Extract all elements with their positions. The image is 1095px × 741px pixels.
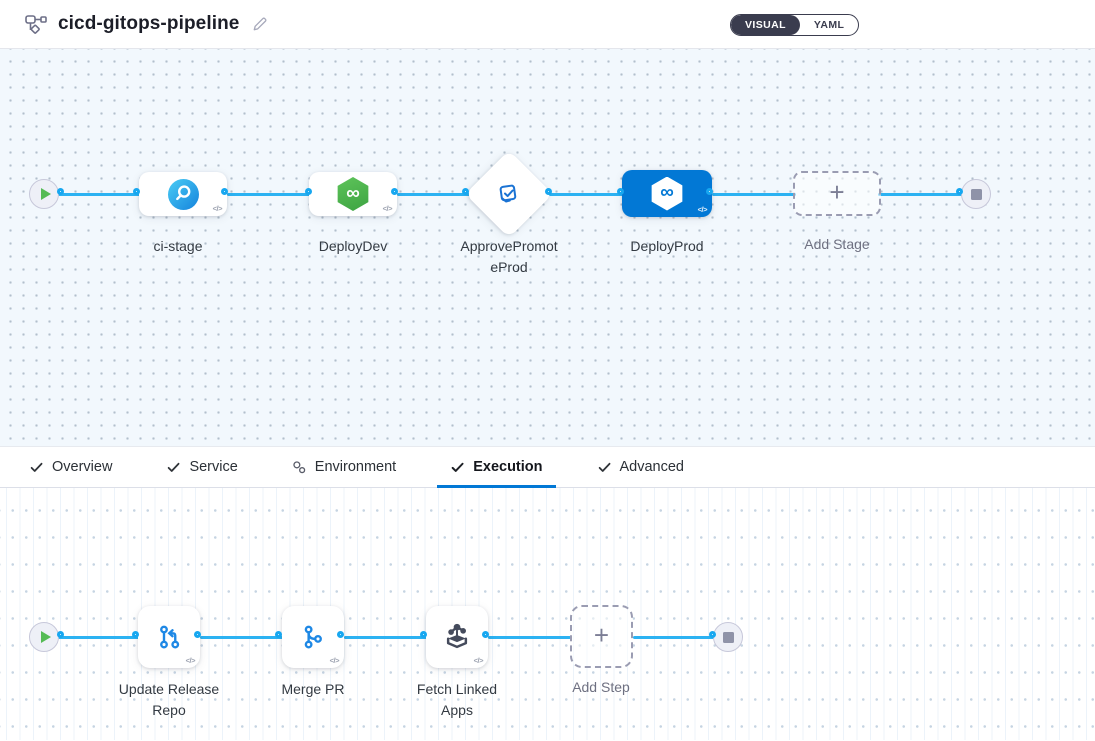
- connector-line: [878, 193, 963, 196]
- connector-line: [397, 193, 470, 196]
- step-card-fetch-linked-apps[interactable]: </>: [426, 606, 488, 668]
- stage-card-deployprod[interactable]: ∞ </>: [622, 170, 712, 217]
- edit-pencil-icon[interactable]: [251, 15, 269, 33]
- visual-yaml-toggle: VISUAL YAML: [730, 14, 859, 36]
- connector-port[interactable]: [221, 188, 228, 195]
- toggle-yaml[interactable]: YAML: [800, 15, 858, 35]
- connector-port[interactable]: [617, 188, 624, 195]
- cd-stage-icon-selected: ∞: [651, 177, 683, 211]
- connector-line: [58, 636, 141, 639]
- update-release-repo-icon: [154, 622, 184, 652]
- connector-port[interactable]: [391, 188, 398, 195]
- code-icon: </>: [474, 656, 483, 665]
- stage-label: DeployProd: [602, 236, 732, 257]
- connector-port[interactable]: [482, 631, 489, 638]
- code-icon: </>: [383, 204, 392, 213]
- connector-line: [200, 636, 283, 639]
- connector-port[interactable]: [709, 631, 716, 638]
- stop-icon: [971, 189, 982, 200]
- stage-card-ci-stage[interactable]: </>: [139, 172, 227, 216]
- connector-line: [549, 193, 624, 196]
- step-label: Merge PR: [248, 679, 378, 700]
- check-icon: [166, 460, 181, 475]
- check-icon: [450, 460, 465, 475]
- code-icon: </>: [330, 656, 339, 665]
- connector-port[interactable]: [706, 188, 713, 195]
- play-icon: [41, 188, 51, 200]
- add-step-button[interactable]: +: [570, 605, 633, 668]
- play-icon: [41, 631, 51, 643]
- connector-port[interactable]: [545, 188, 552, 195]
- pipeline-start-node: [29, 179, 59, 209]
- step-label: Fetch Linked Apps: [392, 679, 522, 721]
- plus-icon: +: [829, 179, 844, 205]
- code-icon: </>: [698, 205, 707, 214]
- pipeline-end-node: [961, 179, 991, 209]
- execution-start-node: [29, 622, 59, 652]
- check-icon: [29, 460, 44, 475]
- environment-icon: [292, 460, 307, 475]
- code-icon: </>: [186, 656, 195, 665]
- step-card-update-release-repo[interactable]: </>: [138, 606, 200, 668]
- tab-overview[interactable]: Overview: [16, 447, 125, 487]
- ci-stage-icon: [168, 179, 199, 210]
- stop-icon: [723, 632, 734, 643]
- tab-service[interactable]: Service: [153, 447, 250, 487]
- connector-line: [633, 636, 717, 639]
- connector-port[interactable]: [305, 188, 312, 195]
- check-icon: [597, 460, 612, 475]
- connector-port[interactable]: [133, 188, 140, 195]
- toggle-visual[interactable]: VISUAL: [731, 15, 800, 35]
- stage-label: DeployDev: [288, 236, 418, 257]
- pipeline-title: cicd-gitops-pipeline: [58, 13, 239, 35]
- pipeline-header: cicd-gitops-pipeline VISUAL YAML: [0, 0, 1095, 49]
- connector-line: [58, 193, 141, 196]
- connector-port[interactable]: [57, 188, 64, 195]
- pipeline-flowchart-icon: [24, 12, 48, 36]
- tab-environment[interactable]: Environment: [279, 447, 409, 487]
- add-stage-button[interactable]: +: [793, 171, 881, 216]
- connector-port[interactable]: [337, 631, 344, 638]
- cd-stage-icon: ∞: [337, 177, 369, 211]
- connector-line: [344, 636, 427, 639]
- approval-icon: [478, 163, 540, 225]
- step-card-merge-pr[interactable]: </>: [282, 606, 344, 668]
- connector-port[interactable]: [462, 188, 469, 195]
- stage-label: ci-stage: [113, 236, 243, 257]
- connector-port[interactable]: [194, 631, 201, 638]
- stage-label: ApprovePromot eProd: [444, 236, 574, 278]
- add-stage-label: Add Stage: [772, 234, 902, 255]
- code-icon: </>: [213, 204, 222, 213]
- tab-advanced[interactable]: Advanced: [584, 447, 698, 487]
- connector-port[interactable]: [956, 188, 963, 195]
- tab-execution[interactable]: Execution: [437, 447, 555, 487]
- connector-line: [712, 193, 796, 196]
- connector-line: [227, 193, 312, 196]
- add-step-label: Add Step: [536, 677, 666, 698]
- stage-card-approvepromoteprod[interactable]: [478, 163, 540, 225]
- connector-port[interactable]: [132, 631, 139, 638]
- connector-port[interactable]: [420, 631, 427, 638]
- stage-card-deploydev[interactable]: ∞ </>: [309, 172, 397, 216]
- stage-config-tabbar: Overview Service Environment Execution A…: [0, 446, 1095, 488]
- connector-line: [488, 636, 571, 639]
- merge-pr-icon: [298, 622, 328, 652]
- execution-end-node: [713, 622, 743, 652]
- connector-port[interactable]: [57, 631, 64, 638]
- plus-icon: +: [594, 622, 609, 648]
- execution-canvas[interactable]: </> Update Release Repo </> Merge PR </>…: [0, 488, 1095, 740]
- step-label: Update Release Repo: [104, 679, 234, 721]
- stage-canvas[interactable]: </> ci-stage ∞ </> DeployDev ApproveProm…: [0, 49, 1095, 446]
- fetch-linked-apps-icon: [441, 621, 473, 653]
- connector-port[interactable]: [275, 631, 282, 638]
